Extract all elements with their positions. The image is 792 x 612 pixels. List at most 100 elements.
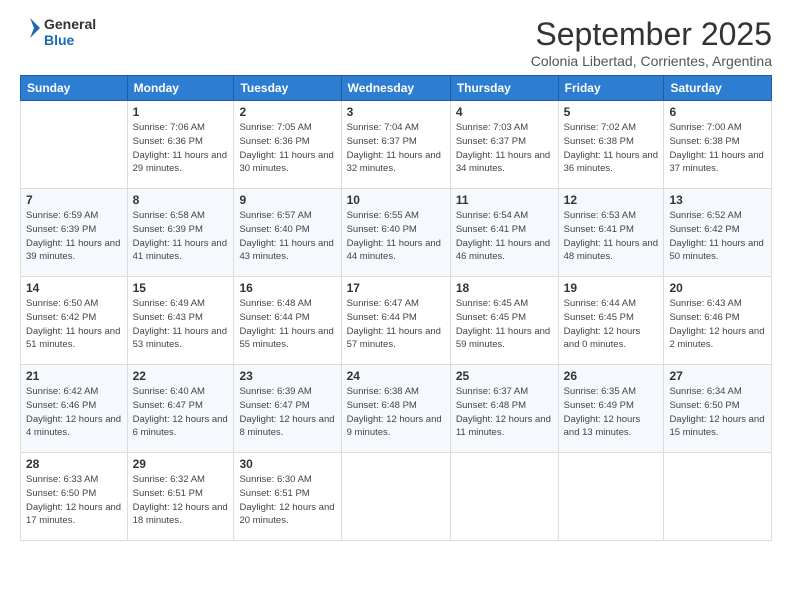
day-number: 9 <box>239 193 335 207</box>
day-detail: Sunrise: 6:47 AM Sunset: 6:44 PM Dayligh… <box>347 297 445 352</box>
calendar-day-cell: 23 Sunrise: 6:39 AM Sunset: 6:47 PM Dayli… <box>234 365 341 453</box>
day-detail: Sunrise: 6:59 AM Sunset: 6:39 PM Dayligh… <box>26 209 122 264</box>
calendar-day-cell: 10 Sunrise: 6:55 AM Sunset: 6:40 PM Dayli… <box>341 189 450 277</box>
day-detail: Sunrise: 6:40 AM Sunset: 6:47 PM Dayligh… <box>133 385 229 440</box>
calendar-day-cell: 24Sunrise: 6:38 AM Sunset: 6:48 PM Dayli… <box>341 365 450 453</box>
weekday-header-sunday: Sunday <box>21 76 128 101</box>
calendar-day-cell: 30 Sunrise: 6:30 AM Sunset: 6:51 PM Dayli… <box>234 453 341 541</box>
calendar-week-row: 7Sunrise: 6:59 AM Sunset: 6:39 PM Daylig… <box>21 189 772 277</box>
calendar-day-cell: 11 Sunrise: 6:54 AM Sunset: 6:41 PM Dayli… <box>450 189 558 277</box>
day-number: 19 <box>564 281 659 295</box>
page: General Blue September 2025 Colonia Libe… <box>0 0 792 612</box>
day-number: 20 <box>669 281 766 295</box>
calendar-day-cell: 15 Sunrise: 6:49 AM Sunset: 6:43 PM Dayli… <box>127 277 234 365</box>
logo-bird-icon <box>20 16 40 48</box>
calendar-day-cell <box>450 453 558 541</box>
month-title: September 2025 <box>531 16 772 53</box>
weekday-header-row: SundayMondayTuesdayWednesdayThursdayFrid… <box>21 76 772 101</box>
day-number: 12 <box>564 193 659 207</box>
calendar-day-cell: 2 Sunrise: 7:05 AM Sunset: 6:36 PM Daylig… <box>234 101 341 189</box>
day-number: 1 <box>133 105 229 119</box>
day-detail: Sunrise: 6:58 AM Sunset: 6:39 PM Dayligh… <box>133 209 229 264</box>
day-number: 3 <box>347 105 445 119</box>
calendar-week-row: 14 Sunrise: 6:50 AM Sunset: 6:42 PM Dayli… <box>21 277 772 365</box>
day-detail: Sunrise: 6:48 AM Sunset: 6:44 PM Dayligh… <box>239 297 335 352</box>
day-detail: Sunrise: 6:30 AM Sunset: 6:51 PM Dayligh… <box>239 473 335 528</box>
day-detail: Sunrise: 7:03 AM Sunset: 6:37 PM Dayligh… <box>456 121 553 176</box>
day-detail: Sunrise: 6:39 AM Sunset: 6:47 PM Dayligh… <box>239 385 335 440</box>
day-detail: Sunrise: 7:02 AM Sunset: 6:38 PM Dayligh… <box>564 121 659 176</box>
day-number: 11 <box>456 193 553 207</box>
day-number: 4 <box>456 105 553 119</box>
day-number: 16 <box>239 281 335 295</box>
calendar-day-cell: 14 Sunrise: 6:50 AM Sunset: 6:42 PM Dayli… <box>21 277 128 365</box>
calendar-week-row: 1Sunrise: 7:06 AM Sunset: 6:36 PM Daylig… <box>21 101 772 189</box>
logo: General Blue <box>20 16 96 48</box>
day-detail: Sunrise: 6:57 AM Sunset: 6:40 PM Dayligh… <box>239 209 335 264</box>
day-number: 25 <box>456 369 553 383</box>
day-number: 2 <box>239 105 335 119</box>
day-detail: Sunrise: 6:43 AM Sunset: 6:46 PM Dayligh… <box>669 297 766 352</box>
calendar-day-cell: 8 Sunrise: 6:58 AM Sunset: 6:39 PM Daylig… <box>127 189 234 277</box>
day-number: 29 <box>133 457 229 471</box>
logo-container: General Blue <box>20 16 96 48</box>
calendar-day-cell: 12Sunrise: 6:53 AM Sunset: 6:41 PM Dayli… <box>558 189 664 277</box>
day-number: 28 <box>26 457 122 471</box>
calendar-day-cell <box>558 453 664 541</box>
day-number: 6 <box>669 105 766 119</box>
weekday-header-saturday: Saturday <box>664 76 772 101</box>
day-number: 23 <box>239 369 335 383</box>
day-number: 10 <box>347 193 445 207</box>
calendar-day-cell: 3 Sunrise: 7:04 AM Sunset: 6:37 PM Daylig… <box>341 101 450 189</box>
calendar-day-cell: 6 Sunrise: 7:00 AM Sunset: 6:38 PM Daylig… <box>664 101 772 189</box>
day-detail: Sunrise: 6:32 AM Sunset: 6:51 PM Dayligh… <box>133 473 229 528</box>
day-number: 26 <box>564 369 659 383</box>
day-detail: Sunrise: 6:49 AM Sunset: 6:43 PM Dayligh… <box>133 297 229 352</box>
weekday-header-thursday: Thursday <box>450 76 558 101</box>
day-number: 27 <box>669 369 766 383</box>
day-detail: Sunrise: 6:55 AM Sunset: 6:40 PM Dayligh… <box>347 209 445 264</box>
day-number: 24 <box>347 369 445 383</box>
calendar-day-cell: 29 Sunrise: 6:32 AM Sunset: 6:51 PM Dayli… <box>127 453 234 541</box>
day-number: 5 <box>564 105 659 119</box>
subtitle: Colonia Libertad, Corrientes, Argentina <box>531 53 772 69</box>
day-detail: Sunrise: 6:37 AM Sunset: 6:48 PM Dayligh… <box>456 385 553 440</box>
day-number: 14 <box>26 281 122 295</box>
day-detail: Sunrise: 6:54 AM Sunset: 6:41 PM Dayligh… <box>456 209 553 264</box>
logo-text-blue: Blue <box>44 32 96 48</box>
calendar-day-cell: 18 Sunrise: 6:45 AM Sunset: 6:45 PM Dayli… <box>450 277 558 365</box>
calendar-week-row: 21Sunrise: 6:42 AM Sunset: 6:46 PM Dayli… <box>21 365 772 453</box>
day-number: 15 <box>133 281 229 295</box>
day-number: 8 <box>133 193 229 207</box>
calendar-day-cell: 26 Sunrise: 6:35 AM Sunset: 6:49 PM Dayli… <box>558 365 664 453</box>
day-number: 21 <box>26 369 122 383</box>
day-number: 17 <box>347 281 445 295</box>
calendar-day-cell: 9 Sunrise: 6:57 AM Sunset: 6:40 PM Daylig… <box>234 189 341 277</box>
calendar-table: SundayMondayTuesdayWednesdayThursdayFrid… <box>20 75 772 541</box>
calendar-day-cell: 27 Sunrise: 6:34 AM Sunset: 6:50 PM Dayli… <box>664 365 772 453</box>
calendar-day-cell: 21Sunrise: 6:42 AM Sunset: 6:46 PM Dayli… <box>21 365 128 453</box>
day-detail: Sunrise: 6:35 AM Sunset: 6:49 PM Dayligh… <box>564 385 659 440</box>
day-number: 18 <box>456 281 553 295</box>
calendar-day-cell: 16 Sunrise: 6:48 AM Sunset: 6:44 PM Dayli… <box>234 277 341 365</box>
day-number: 22 <box>133 369 229 383</box>
day-detail: Sunrise: 7:05 AM Sunset: 6:36 PM Dayligh… <box>239 121 335 176</box>
logo-text-general: General <box>44 16 96 32</box>
day-number: 30 <box>239 457 335 471</box>
day-detail: Sunrise: 6:34 AM Sunset: 6:50 PM Dayligh… <box>669 385 766 440</box>
weekday-header-wednesday: Wednesday <box>341 76 450 101</box>
day-detail: Sunrise: 6:44 AM Sunset: 6:45 PM Dayligh… <box>564 297 659 352</box>
calendar-day-cell: 22 Sunrise: 6:40 AM Sunset: 6:47 PM Dayli… <box>127 365 234 453</box>
calendar-day-cell: 20 Sunrise: 6:43 AM Sunset: 6:46 PM Dayli… <box>664 277 772 365</box>
calendar-day-cell: 13Sunrise: 6:52 AM Sunset: 6:42 PM Dayli… <box>664 189 772 277</box>
weekday-header-friday: Friday <box>558 76 664 101</box>
calendar-week-row: 28Sunrise: 6:33 AM Sunset: 6:50 PM Dayli… <box>21 453 772 541</box>
day-detail: Sunrise: 7:00 AM Sunset: 6:38 PM Dayligh… <box>669 121 766 176</box>
day-detail: Sunrise: 6:45 AM Sunset: 6:45 PM Dayligh… <box>456 297 553 352</box>
day-detail: Sunrise: 6:50 AM Sunset: 6:42 PM Dayligh… <box>26 297 122 352</box>
calendar-day-cell: 7Sunrise: 6:59 AM Sunset: 6:39 PM Daylig… <box>21 189 128 277</box>
calendar-day-cell: 4 Sunrise: 7:03 AM Sunset: 6:37 PM Daylig… <box>450 101 558 189</box>
calendar-day-cell <box>21 101 128 189</box>
day-detail: Sunrise: 7:04 AM Sunset: 6:37 PM Dayligh… <box>347 121 445 176</box>
calendar-day-cell: 25 Sunrise: 6:37 AM Sunset: 6:48 PM Dayli… <box>450 365 558 453</box>
